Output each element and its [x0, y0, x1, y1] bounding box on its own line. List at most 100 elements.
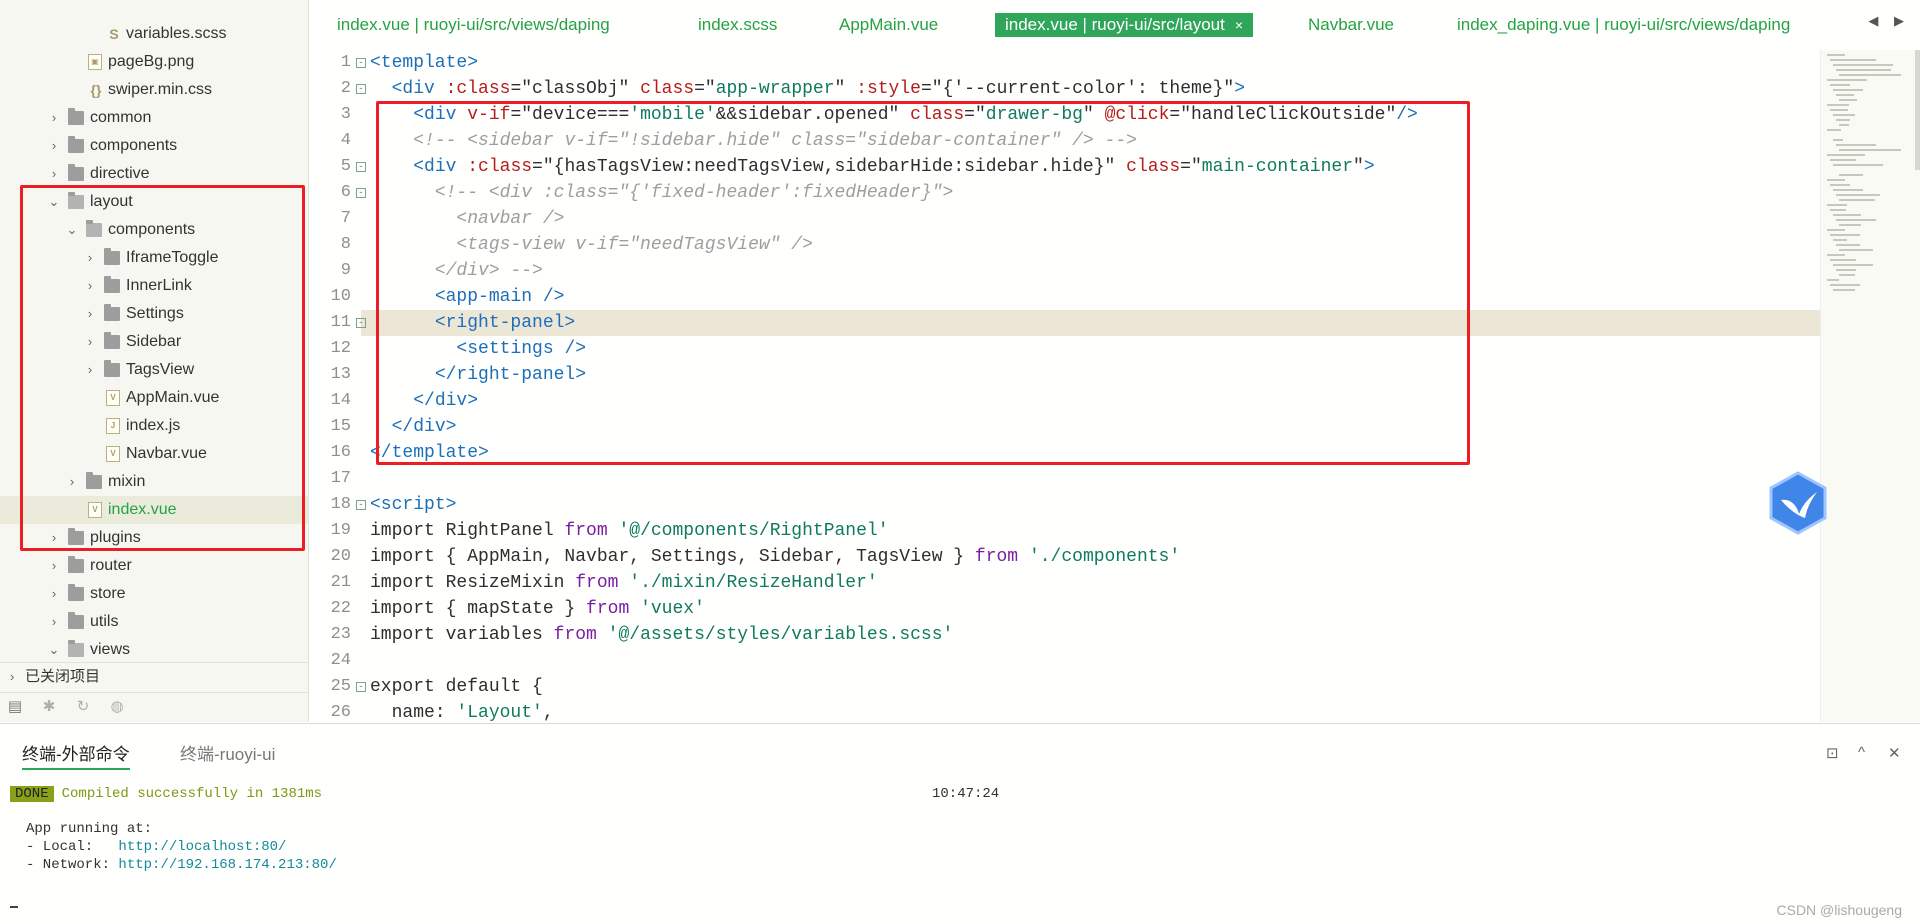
- code-line[interactable]: 22 import { mapState } from 'vuex': [309, 596, 1820, 622]
- globe-icon[interactable]: ◍: [108, 699, 126, 715]
- bug-icon[interactable]: ✱: [40, 699, 58, 715]
- tree-item-store[interactable]: › store: [0, 580, 308, 608]
- code-line[interactable]: 21 import ResizeMixin from './mixin/Resiz…: [309, 570, 1820, 596]
- chevron-down-icon[interactable]: ⌄: [47, 636, 61, 664]
- code-token: './components': [1028, 547, 1181, 567]
- tree-item-common[interactable]: › common: [0, 104, 308, 132]
- code-line[interactable]: 18- <script>: [309, 492, 1820, 518]
- editor-tab-bar: index.vue | ruoyi-ui/src/views/daping in…: [309, 0, 1920, 50]
- tree-item-variables-scss[interactable]: Svariables.scss: [0, 20, 308, 48]
- minimap-line: [1836, 269, 1856, 271]
- tree-item-views[interactable]: ⌄ views: [0, 636, 308, 664]
- minimap-line: [1827, 229, 1845, 231]
- git-icon[interactable]: ↻: [74, 699, 92, 715]
- close-icon[interactable]: ×: [1235, 17, 1243, 33]
- tree-item-pagebg-png[interactable]: ▣ pageBg.png: [0, 48, 308, 76]
- image-file-icon: ▣: [88, 54, 102, 70]
- tree-item-label: directive: [90, 165, 150, 182]
- line-number: 24: [330, 651, 351, 670]
- minimap-line: [1839, 274, 1855, 276]
- bird-logo-icon[interactable]: [1765, 470, 1831, 536]
- fold-toggle-icon[interactable]: -: [356, 500, 366, 510]
- tree-item-label: variables.scss: [126, 25, 227, 42]
- minimap-line: [1830, 209, 1846, 211]
- folder-icon: [68, 164, 84, 181]
- code-line[interactable]: 2- <div :class="classObj" class="app-wra…: [309, 76, 1820, 102]
- fold-toggle-icon[interactable]: -: [356, 58, 366, 68]
- code-text: import ResizeMixin from './mixin/ResizeH…: [370, 570, 878, 596]
- chevron-right-icon[interactable]: ›: [47, 580, 61, 608]
- code-token: ": [834, 79, 857, 99]
- local-url-link[interactable]: http://localhost:80/: [118, 839, 286, 855]
- tree-item-label: utils: [90, 613, 119, 630]
- chevron-up-icon[interactable]: ^: [1858, 744, 1865, 761]
- code-token: =": [510, 79, 533, 99]
- code-token: from: [553, 625, 597, 645]
- code-line[interactable]: 19 import RightPanel from '@/components/R…: [309, 518, 1820, 544]
- minimap-line: [1839, 124, 1849, 126]
- tree-item-label: views: [90, 641, 131, 658]
- code-token: from: [974, 547, 1019, 567]
- network-url-line: - Network: http://192.168.174.213:80/: [26, 857, 337, 873]
- fold-toggle-icon[interactable]: -: [356, 318, 366, 328]
- tab-scroll-arrows[interactable]: ◀ ▶: [1868, 13, 1910, 29]
- code-token: import ResizeMixin: [370, 573, 576, 593]
- tab-terminal-external[interactable]: 终端-外部命令: [22, 742, 130, 770]
- chevron-right-icon[interactable]: ›: [47, 552, 61, 580]
- code-token: ": [1223, 79, 1235, 99]
- code-line[interactable]: 17: [309, 466, 1820, 492]
- tab-index-vue-daping[interactable]: index.vue | ruoyi-ui/src/views/daping: [337, 13, 610, 37]
- chevron-right-icon[interactable]: ›: [47, 608, 61, 636]
- code-token: <div: [391, 79, 446, 99]
- tree-item-swiper-min-css[interactable]: {} swiper.min.css: [0, 76, 308, 104]
- fold-toggle-icon[interactable]: -: [356, 188, 366, 198]
- tab-index-vue-layout[interactable]: index.vue | ruoyi-ui/src/layout ×: [995, 13, 1254, 37]
- code-token: =": [920, 79, 943, 99]
- fold-toggle-icon[interactable]: -: [356, 682, 366, 692]
- tab-index-scss[interactable]: index.scss: [698, 13, 777, 37]
- chevron-right-icon[interactable]: ›: [47, 104, 61, 132]
- close-icon[interactable]: ✕: [1888, 744, 1901, 762]
- code-token: <script>: [370, 495, 457, 515]
- code-line[interactable]: 25- export default {: [309, 674, 1820, 700]
- line-number: 6: [340, 183, 351, 202]
- chevron-right-icon: ›: [10, 669, 15, 684]
- minimap[interactable]: [1820, 50, 1920, 722]
- minimap-line: [1833, 89, 1863, 91]
- line-number: 5: [340, 157, 351, 176]
- minimap-line: [1836, 119, 1850, 121]
- code-line[interactable]: 20 import { AppMain, Navbar, Settings, Si…: [309, 544, 1820, 570]
- fold-toggle-icon[interactable]: -: [356, 162, 366, 172]
- tree-item-directive[interactable]: › directive: [0, 160, 308, 188]
- closed-projects-row[interactable]: › 已关闭项目: [0, 662, 308, 691]
- minimap-line: [1839, 74, 1901, 76]
- code-token: ,: [542, 703, 554, 722]
- line-number: 10: [330, 287, 351, 306]
- explorer-icon[interactable]: ▤: [6, 699, 24, 715]
- minimap-line: [1830, 84, 1850, 86]
- code-line[interactable]: 1- <template>: [309, 50, 1820, 76]
- code-text: name: 'Layout',: [370, 700, 554, 722]
- chevron-right-icon[interactable]: ›: [47, 160, 61, 188]
- tab-appmain-vue[interactable]: AppMain.vue: [839, 13, 938, 37]
- code-token: 'Layout': [456, 703, 543, 722]
- minimap-scrollbar[interactable]: [1915, 50, 1920, 170]
- code-line[interactable]: 26 name: 'Layout',: [309, 700, 1820, 722]
- line-number: 13: [330, 365, 351, 384]
- maximize-icon[interactable]: ⊡: [1826, 744, 1839, 762]
- minimap-line: [1827, 279, 1839, 281]
- chevron-right-icon[interactable]: ›: [47, 132, 61, 160]
- tree-item-router[interactable]: › router: [0, 552, 308, 580]
- tree-item-components[interactable]: › components: [0, 132, 308, 160]
- fold-toggle-icon[interactable]: -: [356, 84, 366, 94]
- tab-index-daping-vue[interactable]: index_daping.vue | ruoyi-ui/src/views/da…: [1457, 13, 1790, 37]
- line-number: 19: [330, 521, 351, 540]
- tab-terminal-ruoyi-ui[interactable]: 终端-ruoyi-ui: [180, 742, 275, 768]
- code-line[interactable]: 24: [309, 648, 1820, 674]
- tree-item-utils[interactable]: › utils: [0, 608, 308, 636]
- network-url-link[interactable]: http://192.168.174.213:80/: [118, 857, 336, 873]
- code-text: import RightPanel from '@/components/Rig…: [370, 518, 889, 544]
- tab-navbar-vue[interactable]: Navbar.vue: [1308, 13, 1394, 37]
- code-line[interactable]: 23 import variables from '@/assets/styles…: [309, 622, 1820, 648]
